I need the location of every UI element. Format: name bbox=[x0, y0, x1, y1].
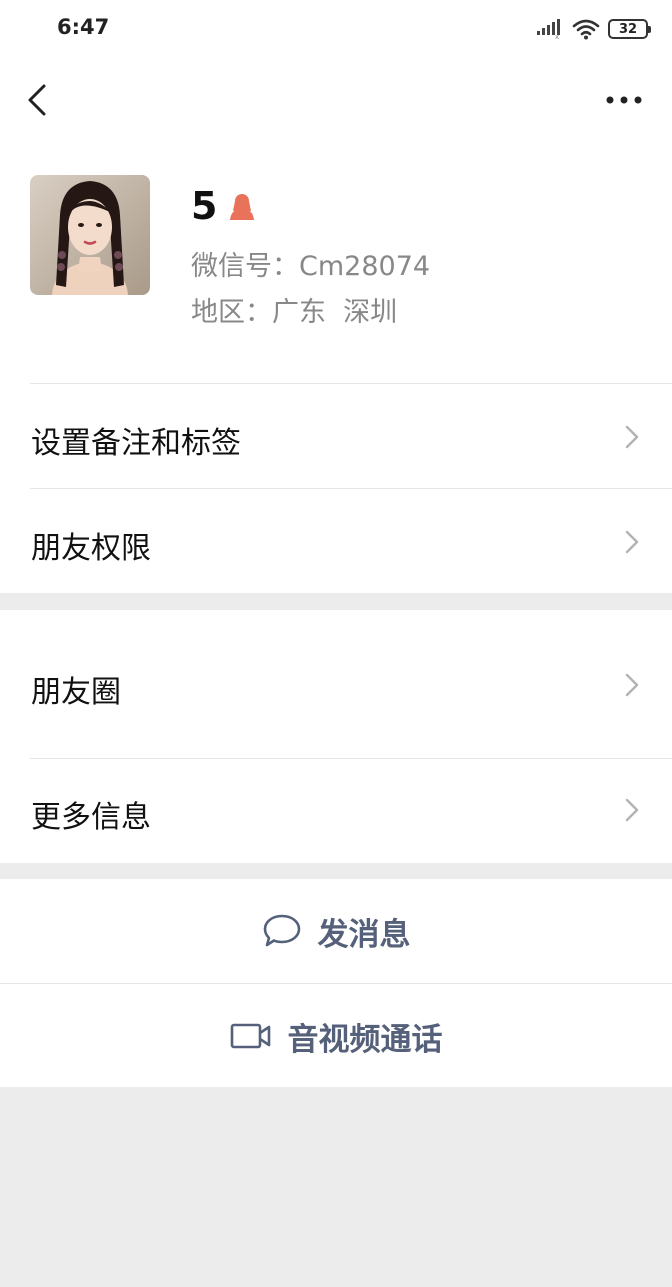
battery-icon: 32 bbox=[608, 19, 651, 39]
row-label: 朋友圈 bbox=[31, 675, 121, 710]
chevron-left-icon[interactable] bbox=[20, 80, 56, 120]
status-icons: x 32 bbox=[536, 16, 651, 42]
profile-card: 6:47 x 32 5 微信号：Cm28074 地区：广东 深圳 设置备注和标签… bbox=[0, 0, 672, 593]
signal-icon: x bbox=[537, 19, 560, 39]
video-call-button[interactable]: 音视频通话 bbox=[0, 984, 672, 1088]
chat-bubble-icon bbox=[263, 914, 300, 947]
chevron-right-icon bbox=[625, 530, 639, 554]
female-contact-icon bbox=[230, 194, 255, 220]
battery-level: 32 bbox=[618, 21, 638, 37]
chevron-right-icon bbox=[625, 425, 639, 449]
more-info-row[interactable]: 更多信息 bbox=[0, 759, 672, 863]
friend-permissions-row[interactable]: 朋友权限 bbox=[0, 489, 672, 593]
send-message-label: 发消息 bbox=[317, 916, 411, 953]
avatar[interactable] bbox=[30, 175, 150, 295]
video-camera-icon bbox=[230, 1023, 270, 1049]
nav-bar bbox=[0, 70, 672, 130]
wechat-id: 微信号：Cm28074 bbox=[191, 251, 431, 282]
wifi-icon bbox=[572, 19, 600, 40]
contact-name: 5 bbox=[191, 184, 218, 228]
more-horizontal-icon[interactable] bbox=[600, 84, 648, 116]
name-row: 5 bbox=[191, 184, 257, 228]
row-label: 设置备注和标签 bbox=[31, 426, 241, 461]
moments-row[interactable]: 朋友圈 bbox=[0, 610, 672, 758]
row-label: 更多信息 bbox=[31, 800, 151, 835]
profile-header: 5 微信号：Cm28074 地区：广东 深圳 bbox=[0, 160, 672, 350]
action-group: 发消息 音视频通话 bbox=[0, 879, 672, 1087]
send-message-button[interactable]: 发消息 bbox=[0, 879, 672, 983]
chevron-right-icon bbox=[625, 673, 639, 697]
region: 地区：广东 深圳 bbox=[191, 297, 398, 328]
svg-text:x: x bbox=[555, 33, 559, 39]
status-bar: 6:47 x 32 bbox=[0, 0, 672, 60]
video-call-label: 音视频通话 bbox=[287, 1021, 443, 1058]
set-remarks-tags-row[interactable]: 设置备注和标签 bbox=[0, 384, 672, 488]
chevron-right-icon bbox=[625, 798, 639, 822]
menu-group-2: 朋友圈 更多信息 bbox=[0, 610, 672, 863]
status-time: 6:47 bbox=[57, 15, 110, 39]
row-label: 朋友权限 bbox=[31, 531, 151, 566]
